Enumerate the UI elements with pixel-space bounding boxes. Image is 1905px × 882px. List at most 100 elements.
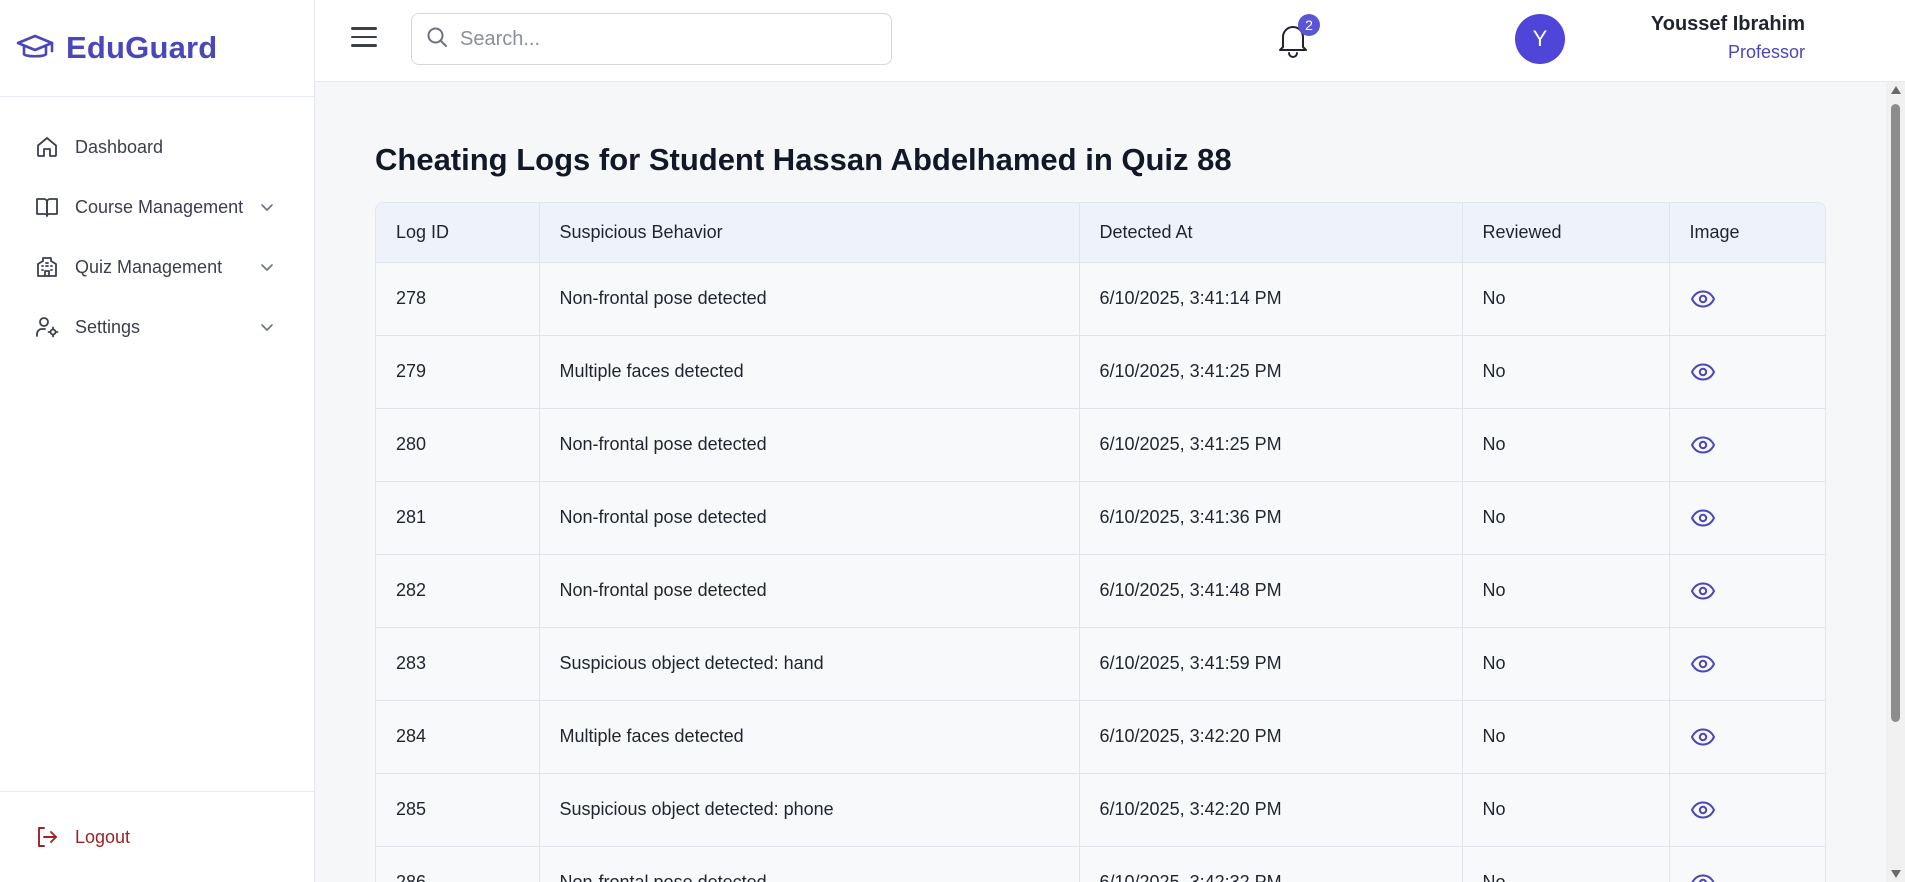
image-cell <box>1669 554 1825 628</box>
user-role: Professor <box>1727 42 1805 62</box>
behavior-cell: Non-frontal pose detected <box>539 554 1080 628</box>
eye-icon[interactable] <box>1690 801 1716 819</box>
table-row: 283 Suspicious object detected: hand 6/10/… <box>376 627 1825 701</box>
behavior-cell: Multiple faces detected <box>539 335 1080 409</box>
image-cell <box>1669 627 1825 701</box>
chevron-down-icon[interactable] <box>260 200 274 214</box>
column-header-reviewed[interactable]: Reviewed <box>1462 203 1670 263</box>
scroll-up-arrow-icon[interactable] <box>1891 86 1901 94</box>
eye-icon[interactable] <box>1690 728 1716 746</box>
sidebar-item-label: Course Management <box>75 196 244 217</box>
behavior-cell: Suspicious object detected: hand <box>539 627 1080 701</box>
reviewed-cell: No <box>1462 262 1670 336</box>
log-id-cell: 282 <box>376 554 540 628</box>
sidebar-item-settings[interactable]: Settings <box>0 297 314 357</box>
eye-icon[interactable] <box>1690 509 1716 527</box>
log-id-cell: 278 <box>376 262 540 336</box>
brand[interactable]: EduGuard <box>0 0 314 97</box>
avatar[interactable]: Y <box>1515 14 1565 64</box>
scrollbar[interactable] <box>1886 82 1905 882</box>
detected-at-cell: 6/10/2025, 3:41:59 PM <box>1079 627 1463 701</box>
detected-at-cell: 6/10/2025, 3:41:25 PM <box>1079 408 1463 482</box>
notification-badge: 2 <box>1298 14 1320 36</box>
image-cell <box>1669 262 1825 336</box>
sidebar-item-quiz-management[interactable]: Quiz Management <box>0 237 314 297</box>
column-header-log-id[interactable]: Log ID <box>376 203 540 263</box>
table-row: 284 Multiple faces detected 6/10/2025, 3:4… <box>376 700 1825 774</box>
user-cog-icon <box>34 314 60 340</box>
logout-button[interactable]: Logout <box>0 791 314 882</box>
scroll-down-arrow-icon[interactable] <box>1891 870 1901 878</box>
reviewed-cell: No <box>1462 481 1670 555</box>
behavior-cell: Non-frontal pose detected <box>539 408 1080 482</box>
logout-icon <box>34 824 60 850</box>
detected-at-cell: 6/10/2025, 3:42:20 PM <box>1079 700 1463 774</box>
eye-icon[interactable] <box>1690 290 1716 308</box>
behavior-cell: Multiple faces detected <box>539 700 1080 774</box>
eye-icon[interactable] <box>1690 363 1716 381</box>
search-input[interactable] <box>460 27 880 51</box>
menu-toggle-icon[interactable] <box>351 27 377 49</box>
sidebar-nav: Dashboard Course Management Quiz Managem… <box>0 97 314 357</box>
table-row: 278 Non-frontal pose detected 6/10/2025, 3… <box>376 262 1825 336</box>
building-icon <box>34 254 60 280</box>
cheating-logs-table: Log ID Suspicious Behavior Detected At R… <box>375 202 1826 882</box>
graduation-cap-icon <box>15 32 55 64</box>
table-header-row: Log ID Suspicious Behavior Detected At R… <box>376 203 1825 263</box>
detected-at-cell: 6/10/2025, 3:42:20 PM <box>1079 773 1463 847</box>
scrollbar-thumb[interactable] <box>1891 104 1900 722</box>
log-id-cell: 280 <box>376 408 540 482</box>
sidebar-item-dashboard[interactable]: Dashboard <box>0 117 314 177</box>
reviewed-cell: No <box>1462 846 1670 882</box>
image-cell <box>1669 335 1825 409</box>
book-open-icon <box>34 194 60 220</box>
table-row: 279 Multiple faces detected 6/10/2025, 3:4… <box>376 335 1825 409</box>
behavior-cell: Non-frontal pose detected <box>539 481 1080 555</box>
column-header-detected-at[interactable]: Detected At <box>1079 203 1463 263</box>
search-box <box>411 13 892 65</box>
detected-at-cell: 6/10/2025, 3:41:25 PM <box>1079 335 1463 409</box>
chevron-down-icon[interactable] <box>260 260 274 274</box>
detected-at-cell: 6/10/2025, 3:42:32 PM <box>1079 846 1463 882</box>
reviewed-cell: No <box>1462 773 1670 847</box>
eye-icon[interactable] <box>1690 874 1716 882</box>
page-title: Cheating Logs for Student Hassan Abdelha… <box>375 142 1232 177</box>
detected-at-cell: 6/10/2025, 3:41:14 PM <box>1079 262 1463 336</box>
sidebar: EduGuard Dashboard Course Management Qui… <box>0 0 315 882</box>
reviewed-cell: No <box>1462 554 1670 628</box>
search-icon <box>426 26 448 53</box>
eye-icon[interactable] <box>1690 655 1716 673</box>
log-id-cell: 283 <box>376 627 540 701</box>
column-header-image[interactable]: Image <box>1669 203 1825 263</box>
table-row: 280 Non-frontal pose detected 6/10/2025, 3… <box>376 408 1825 482</box>
detected-at-cell: 6/10/2025, 3:41:48 PM <box>1079 554 1463 628</box>
image-cell <box>1669 408 1825 482</box>
reviewed-cell: No <box>1462 408 1670 482</box>
table-row: 285 Suspicious object detected: phone 6/10… <box>376 773 1825 847</box>
behavior-cell: Non-frontal pose detected <box>539 846 1080 882</box>
image-cell <box>1669 700 1825 774</box>
log-id-cell: 284 <box>376 700 540 774</box>
home-icon <box>34 134 60 160</box>
log-id-cell: 279 <box>376 335 540 409</box>
reviewed-cell: No <box>1462 627 1670 701</box>
brand-name: EduGuard <box>66 30 218 65</box>
column-header-behavior[interactable]: Suspicious Behavior <box>539 203 1080 263</box>
user-info[interactable]: Youssef Ibrahim Professor <box>1651 13 1805 63</box>
image-cell <box>1669 481 1825 555</box>
chevron-down-icon[interactable] <box>260 320 274 334</box>
detected-at-cell: 6/10/2025, 3:41:36 PM <box>1079 481 1463 555</box>
log-id-cell: 285 <box>376 773 540 847</box>
reviewed-cell: No <box>1462 335 1670 409</box>
sidebar-item-label: Quiz Management <box>75 256 223 277</box>
behavior-cell: Suspicious object detected: phone <box>539 773 1080 847</box>
eye-icon[interactable] <box>1690 436 1716 454</box>
log-id-cell: 286 <box>376 846 540 882</box>
sidebar-item-course-management[interactable]: Course Management <box>0 177 314 237</box>
sidebar-item-label: Settings <box>75 316 141 337</box>
log-id-cell: 281 <box>376 481 540 555</box>
eye-icon[interactable] <box>1690 582 1716 600</box>
user-name: Youssef Ibrahim <box>1650 13 1805 35</box>
image-cell <box>1669 846 1825 882</box>
table-row: 282 Non-frontal pose detected 6/10/2025, 3… <box>376 554 1825 628</box>
